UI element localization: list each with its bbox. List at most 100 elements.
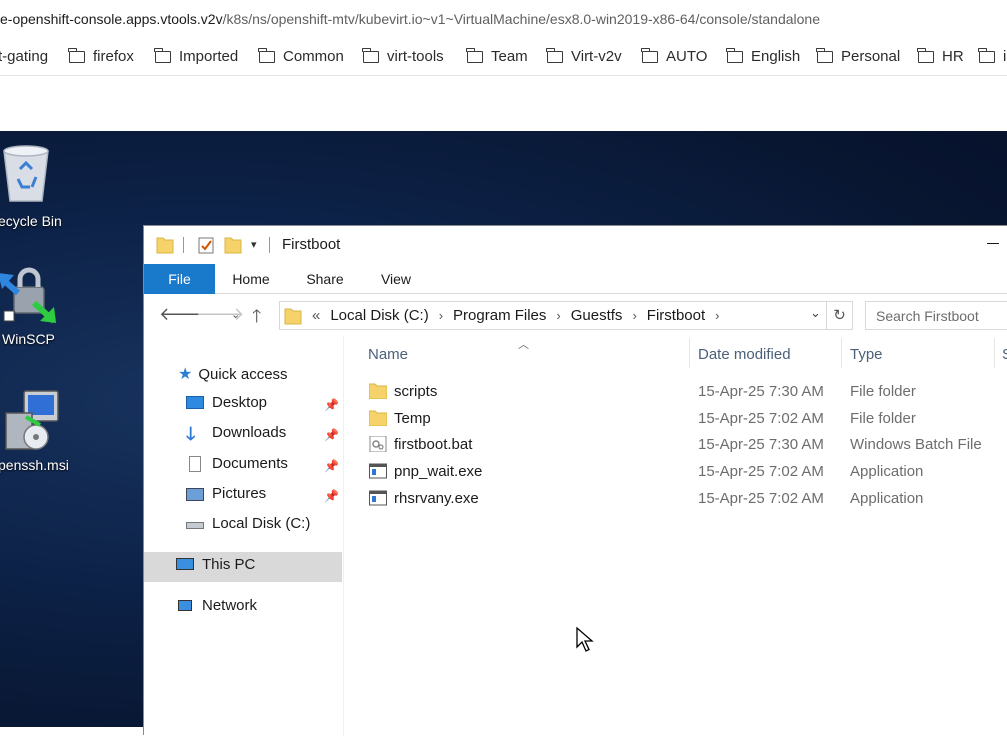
chevron-right-icon[interactable]: › [715, 308, 719, 323]
navigation-pane: ★ Quick access Desktop 📌 🡓 Downloads 📌 D… [144, 336, 344, 736]
properties-icon[interactable] [197, 235, 215, 255]
page-top-area [0, 77, 1007, 131]
breadcrumb-local-disk[interactable]: Local Disk (C:) [330, 307, 428, 324]
url-text[interactable]: e-openshift-console.apps.vtools.v2v/k8s/… [0, 11, 820, 27]
file-type: File folder [850, 410, 916, 427]
file-date: 15-Apr-25 7:30 AM [698, 436, 824, 453]
folder-icon [258, 47, 275, 63]
chevron-right-icon[interactable]: › [632, 308, 636, 323]
winscp-icon [0, 267, 57, 324]
refresh-icon[interactable]: ↻ [827, 301, 853, 330]
overflow-chevron-icon[interactable]: « [312, 307, 320, 324]
file-row-rhsrvany-exe[interactable]: rhsrvany.exe 15-Apr-25 7:02 AM Applicati… [366, 486, 1006, 512]
bookmark-folder[interactable]: Virt-v2v [546, 47, 622, 65]
bookmark-folder[interactable]: virt-tools [362, 47, 444, 65]
nav-quick-access[interactable]: ★ Quick access [178, 364, 288, 384]
folder-icon [466, 47, 483, 63]
file-type: Application [850, 463, 924, 480]
column-header-name[interactable]: Name [368, 346, 408, 363]
bookmark-folder[interactable]: Common [258, 47, 344, 65]
bookmark-folder[interactable]: Team [466, 47, 528, 65]
tab-file[interactable]: File [144, 264, 215, 294]
file-explorer-window[interactable]: ▾ Firstboot File Home Share View 🡐 🡒 ⌄ 🡑… [143, 225, 1007, 736]
pin-icon[interactable]: 📌 [324, 398, 339, 412]
nav-local-disk[interactable]: Local Disk (C:) [186, 515, 310, 532]
address-dropdown-icon[interactable]: ⌄ [810, 306, 821, 321]
nav-downloads[interactable]: 🡓 Downloads [186, 424, 286, 444]
search-box[interactable] [865, 301, 1007, 330]
bookmark-folder[interactable]: firefox [68, 47, 134, 65]
file-type: Windows Batch File [850, 436, 982, 453]
file-row-scripts[interactable]: scripts 15-Apr-25 7:30 AM File folder [366, 379, 1006, 405]
tab-view[interactable]: View [369, 264, 423, 294]
column-divider[interactable] [994, 338, 995, 368]
tab-home[interactable]: Home [222, 264, 280, 294]
file-list[interactable]: ︿ Name Date modified Type S scripts 15-A… [344, 336, 1007, 736]
folder-icon [641, 47, 658, 63]
desktop-icon-winscp[interactable]: WinSCP [0, 263, 80, 353]
pin-icon[interactable]: 📌 [324, 459, 339, 473]
pin-icon[interactable]: 📌 [324, 489, 339, 503]
file-name: Temp [394, 410, 431, 427]
desktop-icon-openssh-msi[interactable]: penssh.msi [0, 387, 80, 477]
column-divider[interactable] [841, 338, 842, 368]
exe-icon [369, 463, 387, 479]
chevron-right-icon[interactable]: › [556, 308, 560, 323]
folder-icon [154, 47, 171, 63]
nav-pictures[interactable]: Pictures [186, 485, 266, 502]
chevron-right-icon[interactable]: › [439, 308, 443, 323]
file-date: 15-Apr-25 7:02 AM [698, 463, 824, 480]
desktop-icon [186, 395, 204, 411]
nav-desktop[interactable]: Desktop [186, 394, 267, 411]
nav-documents[interactable]: Documents [186, 455, 288, 472]
pin-icon[interactable]: 📌 [324, 428, 339, 442]
ribbon-tabs: File Home Share View [144, 264, 1007, 294]
documents-icon [186, 455, 204, 472]
batch-file-icon [369, 436, 387, 452]
bookmark-folder[interactable]: HR [917, 47, 964, 65]
address-bar[interactable]: « Local Disk (C:) › Program Files › Gues… [279, 301, 827, 330]
computer-icon [176, 557, 194, 573]
url-host: e-openshift-console.apps.vtools.v2v [0, 11, 223, 27]
file-type: Application [850, 490, 924, 507]
bookmark-folder[interactable]: English [726, 47, 800, 65]
bookmark-folder[interactable]: Imported [154, 47, 238, 65]
new-folder-icon[interactable] [224, 235, 242, 255]
breadcrumb-firstboot[interactable]: Firstboot [647, 307, 705, 324]
minimize-button[interactable] [987, 243, 999, 244]
url-path: /k8s/ns/openshift-mtv/kubevirt.io~v1~Vir… [222, 11, 820, 27]
up-arrow-icon[interactable]: 🡑 [252, 304, 261, 334]
folder-icon [546, 47, 563, 63]
bookmark-folder[interactable]: AUTO [641, 47, 707, 65]
bookmark-item[interactable]: t-gating [0, 48, 48, 65]
tab-share[interactable]: Share [296, 264, 354, 294]
browser-url-bar[interactable]: e-openshift-console.apps.vtools.v2v/k8s/… [0, 0, 1007, 38]
msi-installer-icon [5, 390, 59, 450]
recent-locations-chevron-icon[interactable]: ⌄ [231, 308, 240, 321]
file-name: scripts [394, 383, 438, 400]
file-type: File folder [850, 383, 916, 400]
bookmark-folder[interactable]: Personal [816, 47, 900, 65]
search-input[interactable] [866, 302, 1007, 329]
breadcrumb-guestfs[interactable]: Guestfs [571, 307, 623, 324]
nav-network[interactable]: Network [176, 597, 257, 614]
column-divider[interactable] [689, 338, 690, 368]
bookmarks-bar: t-gating firefox Imported Common virt-to… [0, 38, 1007, 76]
bookmark-folder[interactable]: i [978, 47, 1006, 65]
column-header-type[interactable]: Type [850, 346, 883, 363]
folder-icon [369, 410, 387, 426]
folder-icon [284, 308, 302, 325]
file-row-temp[interactable]: Temp 15-Apr-25 7:02 AM File folder [366, 406, 1006, 432]
file-row-firstboot-bat[interactable]: firstboot.bat 15-Apr-25 7:30 AM Windows … [366, 432, 1006, 458]
breadcrumb: « Local Disk (C:) › Program Files › Gues… [312, 307, 729, 324]
window-titlebar[interactable]: ▾ Firstboot [144, 226, 1007, 264]
titlebar-divider [269, 237, 270, 253]
desktop-icon-recycle-bin[interactable]: ecycle Bin [0, 139, 80, 229]
column-header-date[interactable]: Date modified [698, 346, 791, 363]
breadcrumb-program-files[interactable]: Program Files [453, 307, 546, 324]
column-header-size[interactable]: S [1002, 346, 1007, 363]
file-row-pnp-wait-exe[interactable]: pnp_wait.exe 15-Apr-25 7:02 AM Applicati… [366, 459, 1006, 485]
customize-quick-access-icon[interactable]: ▾ [251, 238, 257, 251]
folder-icon [68, 47, 85, 63]
nav-this-pc[interactable]: This PC [176, 556, 255, 573]
